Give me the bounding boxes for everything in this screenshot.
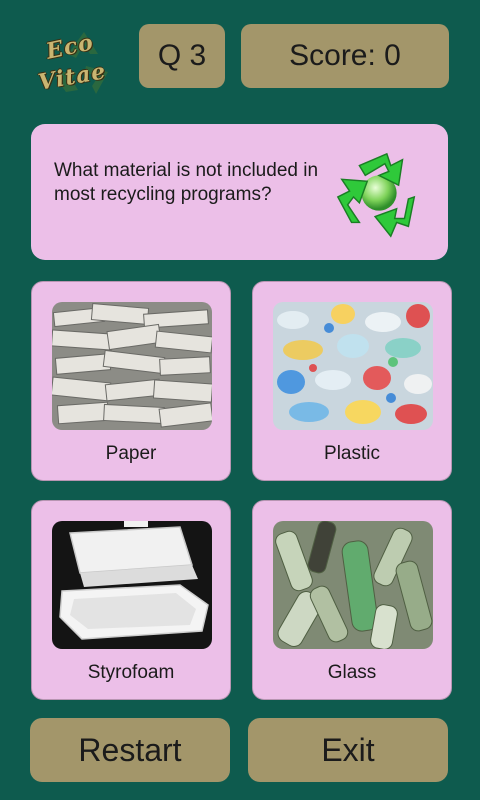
option-label: Styrofoam: [87, 662, 175, 683]
recycle-icon: [336, 152, 416, 238]
option-glass[interactable]: Glass: [252, 500, 452, 700]
option-label: Plastic: [324, 443, 380, 464]
option-styrofoam[interactable]: Styrofoam: [31, 500, 231, 700]
score-display: Score: 0: [241, 24, 449, 88]
question-number-badge: Q 3: [139, 24, 225, 88]
question-card: What material is not included in most re…: [31, 124, 448, 260]
paper-stack-photo: [52, 302, 212, 430]
question-text: What material is not included in most re…: [54, 160, 319, 205]
plastic-bottles-photo: [273, 302, 433, 430]
exit-button[interactable]: Exit: [248, 718, 448, 782]
glass-bottles-photo: [273, 521, 433, 649]
app-logo: Eco Vitae: [34, 26, 130, 102]
restart-button[interactable]: Restart: [30, 718, 230, 782]
option-paper[interactable]: Paper: [31, 281, 231, 481]
option-label: Glass: [327, 662, 377, 683]
option-plastic[interactable]: Plastic: [252, 281, 452, 481]
option-label: Paper: [105, 443, 157, 464]
styrofoam-container-photo: [52, 521, 212, 649]
